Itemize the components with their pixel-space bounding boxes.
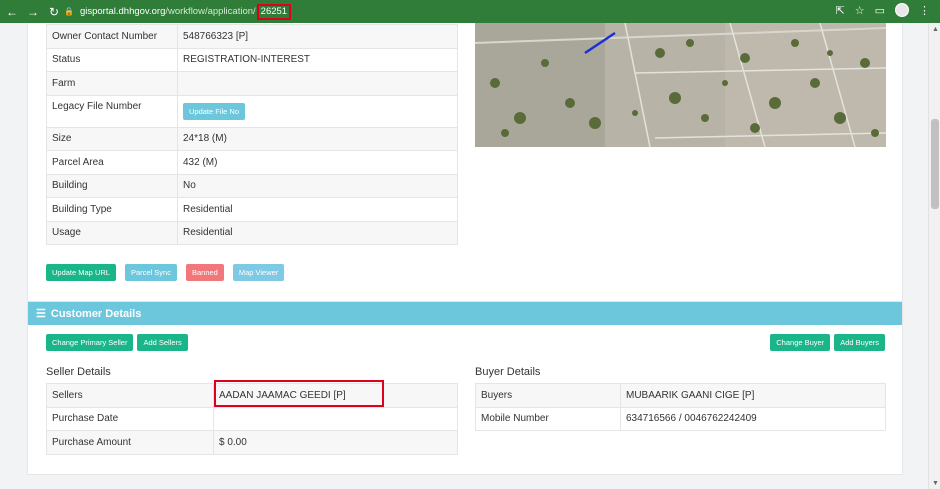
row-label: Status — [46, 47, 178, 72]
table-row: Building No — [46, 173, 458, 198]
forward-arrow-icon[interactable]: → — [24, 3, 42, 21]
seller-details-title: Seller Details — [46, 366, 111, 378]
bookmark-star-icon[interactable]: ☆ — [855, 4, 865, 17]
buyer-table: Buyers MUBAARIK GAANI CIGE [P] Mobile Nu… — [475, 383, 886, 431]
table-row: Parcel Area 432 (M) — [46, 150, 458, 175]
url-host: gisportal.dhhgov.org — [79, 6, 166, 17]
row-label: Buyers — [475, 383, 621, 408]
row-label: Mobile Number — [475, 406, 621, 431]
table-row: Purchase Date — [46, 406, 458, 431]
row-label: Size — [46, 126, 178, 151]
row-label: Farm — [46, 71, 178, 96]
table-row: Buyers MUBAARIK GAANI CIGE [P] — [475, 383, 886, 408]
add-buyers-button[interactable]: Add Buyers — [834, 334, 885, 351]
map-viewer-button[interactable]: Map Viewer — [232, 264, 285, 281]
seller-actions: Change Primary Seller Add Sellers — [46, 334, 188, 351]
browser-toolbar: ← → ↻ 🔒 gisportal.dhhgov.org /workflow/a… — [0, 0, 940, 23]
profile-avatar-icon[interactable] — [895, 3, 909, 17]
table-row: Usage Residential — [46, 220, 458, 245]
list-icon: ☰ — [36, 308, 46, 320]
reload-icon[interactable]: ↻ — [45, 3, 63, 21]
table-row: Size 24*18 (M) — [46, 126, 458, 151]
scroll-down-icon[interactable]: ▼ — [932, 480, 939, 487]
property-info-table: Owner Contact Number 548766323 [P] Statu… — [46, 24, 458, 245]
customer-details-card: ☰ Customer Details Change Primary Seller… — [27, 301, 903, 475]
property-actions: Update Map URL Parcel Sync Banned Map Vi… — [46, 264, 285, 281]
sidepanel-icon[interactable]: ▭ — [875, 4, 885, 17]
row-label: Owner Contact Number — [46, 24, 178, 49]
row-value: 432 (M) — [177, 150, 458, 175]
page-scrollbar[interactable]: ▲ ▼ — [928, 23, 940, 489]
page-content: Owner Contact Number 548766323 [P] Statu… — [0, 23, 928, 489]
row-value: 24*18 (M) — [177, 126, 458, 151]
row-value — [213, 406, 458, 431]
address-bar[interactable]: 🔒 gisportal.dhhgov.org /workflow/applica… — [64, 3, 824, 20]
table-row: Owner Contact Number 548766323 [P] — [46, 24, 458, 49]
url-application-id: 26251 — [256, 3, 292, 20]
add-sellers-button[interactable]: Add Sellers — [137, 334, 188, 351]
update-map-url-button[interactable]: Update Map URL — [46, 264, 116, 281]
seller-highlight-box — [214, 380, 384, 407]
lock-icon: 🔒 — [64, 7, 74, 16]
row-value — [177, 71, 458, 96]
table-row: Building Type Residential — [46, 197, 458, 222]
row-label: Usage — [46, 220, 178, 245]
banned-button[interactable]: Banned — [185, 264, 224, 281]
row-value: $ 0.00 — [213, 430, 458, 455]
row-value: REGISTRATION-INTEREST — [177, 47, 458, 72]
row-label: Parcel Area — [46, 150, 178, 175]
row-label: Building Type — [46, 197, 178, 222]
back-arrow-icon[interactable]: ← — [3, 3, 21, 21]
parcel-satellite-map[interactable] — [475, 23, 886, 147]
buyer-details-title: Buyer Details — [475, 366, 541, 378]
buyer-name: MUBAARIK GAANI CIGE [P] — [620, 383, 886, 408]
scroll-up-icon[interactable]: ▲ — [932, 26, 939, 33]
customer-details-header: ☰ Customer Details — [28, 302, 902, 325]
property-details-card: Owner Contact Number 548766323 [P] Statu… — [27, 23, 903, 311]
row-value: No — [177, 173, 458, 198]
change-primary-seller-button[interactable]: Change Primary Seller — [46, 334, 134, 351]
row-value: 548766323 [P] — [177, 24, 458, 49]
table-row: Farm — [46, 71, 458, 96]
table-row: Mobile Number 634716566 / 0046762242409 — [475, 406, 886, 431]
row-value: Residential — [177, 220, 458, 245]
row-value: Update File No — [177, 94, 458, 128]
row-label: Purchase Amount — [46, 430, 214, 455]
share-icon[interactable]: ⇱ — [836, 4, 845, 17]
buyer-actions: Change Buyer Add Buyers — [770, 334, 885, 351]
row-label: Sellers — [46, 383, 214, 408]
row-label: Purchase Date — [46, 406, 214, 431]
update-file-no-button[interactable]: Update File No — [183, 102, 246, 120]
change-buyer-button[interactable]: Change Buyer — [770, 334, 831, 351]
row-value: Residential — [177, 197, 458, 222]
table-row: Legacy File Number Update File No — [46, 94, 458, 128]
table-row: Purchase Amount $ 0.00 — [46, 430, 458, 455]
menu-dots-icon[interactable]: ⋮ — [919, 4, 930, 17]
row-value: 634716566 / 0046762242409 — [620, 406, 886, 431]
row-label: Building — [46, 173, 178, 198]
row-label: Legacy File Number — [46, 94, 178, 128]
customer-details-title: Customer Details — [50, 307, 142, 320]
url-path: /workflow/application/ — [165, 6, 256, 17]
scrollbar-thumb[interactable] — [931, 119, 939, 209]
parcel-sync-button[interactable]: Parcel Sync — [124, 264, 177, 281]
table-row: Status REGISTRATION-INTEREST — [46, 47, 458, 72]
